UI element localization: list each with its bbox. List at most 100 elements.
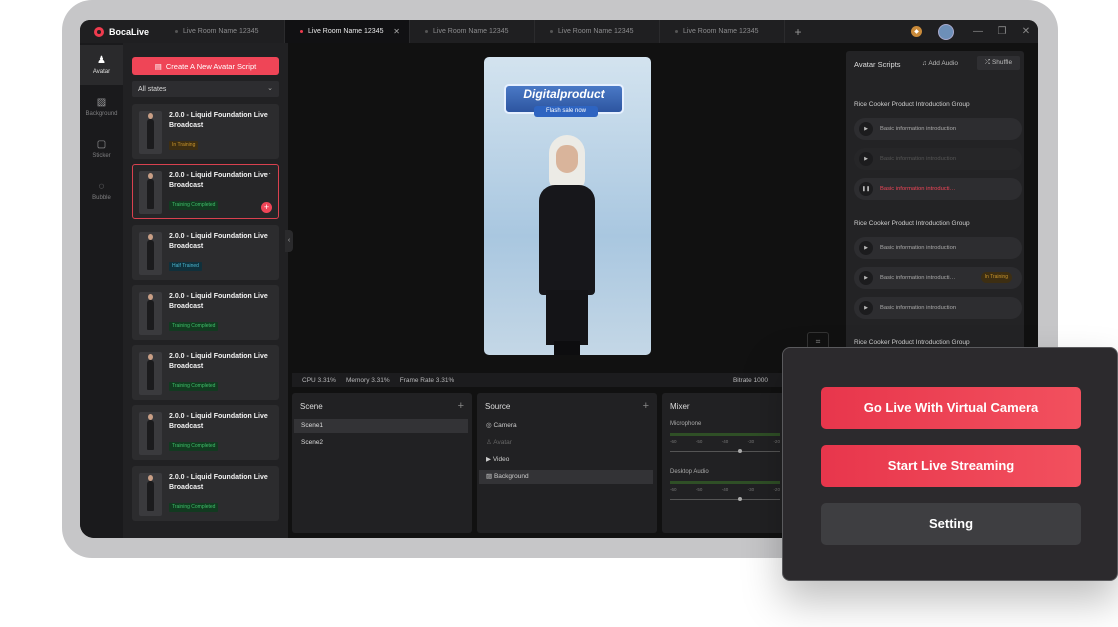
create-button-label: Create A New Avatar Script — [165, 61, 257, 71]
go-live-virtual-camera-button[interactable]: Go Live With Virtual Camera — [821, 387, 1081, 429]
add-to-live-icon[interactable]: + — [261, 202, 272, 214]
avatar-figure — [147, 233, 154, 270]
avatar-script-card[interactable]: 2.0.0 - Liquid Foundation Live Broadcast… — [132, 465, 279, 521]
add-audio-label: Add Audio — [928, 60, 958, 67]
source-avatar[interactable]: ♙ Avatar — [479, 436, 653, 450]
nav-sticker[interactable]: ▢ Sticker — [80, 129, 123, 169]
play-icon[interactable]: ▶ — [859, 122, 873, 136]
script-group-title: Rice Cooker Product Introduction Group — [854, 220, 970, 227]
play-icon[interactable]: ▶ — [859, 271, 873, 285]
scene-item[interactable]: Scene1 — [294, 419, 468, 433]
preview-subtitle: Flash sale now — [534, 106, 598, 117]
script-clip-item[interactable]: ▶ Basic information introduction — [854, 297, 1022, 319]
tab-live-room-3[interactable]: Live Room Name 12345 — [410, 20, 535, 43]
avatar-script-card[interactable]: 2.0.0 - Liquid Foundation Live Broadcast… — [132, 284, 279, 340]
source-label: Video — [492, 456, 510, 463]
slider-knob[interactable] — [738, 497, 742, 501]
create-avatar-script-button[interactable]: ▤ Create A New Avatar Script — [132, 57, 279, 75]
slider-knob[interactable] — [738, 449, 742, 453]
tab-dot-icon — [425, 30, 428, 33]
mixer-title: Mixer — [670, 402, 690, 411]
scene-title: Scene — [300, 402, 323, 411]
memory-stat: Memory 3.31% — [345, 376, 390, 384]
presenter-suit — [539, 185, 595, 295]
microphone-label: Microphone — [670, 421, 702, 427]
add-audio-button[interactable]: ♫ Add Audio — [922, 60, 958, 67]
new-tab-button[interactable]: + — [785, 25, 811, 39]
vip-gem-icon[interactable]: ◆ — [911, 26, 922, 37]
nav-label: Background — [85, 111, 118, 117]
desktop-audio-slider[interactable] — [670, 497, 780, 501]
scene-panel: Scene + Scene1 Scene2 — [292, 393, 472, 533]
avatar-script-card[interactable]: 2.0.0 - Liquid Foundation Live Broadcast… — [132, 104, 279, 159]
tab-label: Live Room Name 12345 — [558, 28, 634, 35]
add-source-button[interactable]: + — [643, 400, 649, 412]
presenter-face — [556, 145, 578, 173]
script-clip-item[interactable]: ▶ Basic information introduction — [854, 237, 1022, 259]
scene-item[interactable]: Scene2 — [294, 436, 468, 450]
state-filter-select[interactable]: All states ⌄ — [132, 81, 279, 97]
nav-background[interactable]: ▨ Background — [80, 87, 123, 127]
avatar-thumbnail — [139, 231, 162, 275]
scale-tick: -40 — [721, 439, 729, 444]
shuffle-button[interactable]: ⤮ Shuffle — [977, 56, 1020, 70]
source-background[interactable]: ▨ Background — [479, 470, 653, 484]
nav-label: Sticker — [92, 153, 111, 159]
left-nav: ♟ Avatar ▨ Background ▢ Sticker ◌ Bubble — [80, 43, 123, 538]
user-avatar[interactable] — [938, 23, 954, 40]
preview-title: Digitalproduct — [523, 87, 605, 101]
collapse-panel-button[interactable]: ‹ — [285, 230, 293, 252]
minimize-button[interactable]: — — [966, 26, 990, 37]
stats-bar: CPU 3.31% Memory 3.31% Frame Rate 3.31% … — [292, 373, 782, 387]
avatar-thumbnail — [139, 412, 162, 456]
scale-tick: -30 — [747, 439, 755, 444]
close-button[interactable]: ✕ — [1014, 26, 1038, 37]
script-clip-item[interactable]: ▶ Basic information introduction — [854, 148, 1022, 170]
pause-icon[interactable]: ❚❚ — [859, 182, 873, 196]
play-icon[interactable]: ▶ — [859, 241, 873, 255]
source-camera[interactable]: ◎ Camera — [479, 419, 653, 433]
clip-label: Basic information introduction — [880, 305, 957, 311]
avatar-script-card[interactable]: 2.0.0 - Liquid Foundation Live Broadcast… — [132, 224, 279, 280]
clip-label: Basic information introducti… — [880, 186, 956, 192]
avatar-script-card[interactable]: 2.0.0 - Liquid Foundation Live Broadcast… — [132, 164, 279, 220]
scale-tick: -60 — [670, 487, 677, 492]
avatar-figure — [147, 173, 154, 210]
source-video[interactable]: ▶ Video — [479, 453, 653, 467]
tab-close-icon[interactable]: ✕ — [393, 27, 400, 36]
play-icon[interactable]: ▶ — [859, 301, 873, 315]
tab-live-room-5[interactable]: Live Room Name 12345 — [660, 20, 785, 43]
hatch-icon: ▨ — [486, 473, 494, 480]
tab-live-room-4[interactable]: Live Room Name 12345 — [535, 20, 660, 43]
avatar-figure — [147, 474, 154, 511]
avatar-scripts-panel: Avatar Scripts ♫ Add Audio ⤮ Shuffle Ric… — [846, 51, 1024, 381]
source-panel: Source + ◎ Camera ♙ Avatar ▶ Video ▨ Bac… — [477, 393, 657, 533]
logo-icon — [94, 26, 104, 37]
script-list: 2.0.0 - Liquid Foundation Live Broadcast… — [132, 104, 279, 526]
nav-bubble[interactable]: ◌ Bubble — [80, 171, 123, 211]
start-live-streaming-button[interactable]: Start Live Streaming — [821, 445, 1081, 487]
avatar-thumbnail — [139, 171, 162, 215]
source-label: Avatar — [493, 439, 512, 446]
avatar-script-card[interactable]: 2.0.0 - Liquid Foundation Live Broadcast… — [132, 345, 279, 401]
add-scene-button[interactable]: + — [458, 400, 464, 412]
tab-live-room-1[interactable]: Live Room Name 12345 — [160, 20, 285, 43]
script-clip-item[interactable]: ▶ Basic information introduction — [854, 118, 1022, 140]
clip-label: Basic information introduction — [880, 245, 957, 251]
status-badge: Training Completed — [169, 321, 219, 331]
script-clip-item[interactable]: ❚❚ Basic information introducti… — [854, 178, 1022, 200]
more-icon[interactable]: ··· — [263, 169, 271, 178]
tab-live-room-2[interactable]: Live Room Name 12345 ✕ — [285, 20, 410, 43]
filter-value: All states — [138, 85, 167, 93]
scale-tick: -60 — [670, 439, 677, 444]
nav-label: Avatar — [92, 69, 111, 75]
play-icon[interactable]: ▶ — [859, 152, 873, 166]
restore-button[interactable]: ❐ — [990, 26, 1014, 37]
microphone-slider[interactable] — [670, 449, 780, 453]
avatar-script-card[interactable]: 2.0.0 - Liquid Foundation Live Broadcast… — [132, 405, 279, 461]
script-clip-item[interactable]: ▶ Basic information introducti… In Trainin… — [854, 267, 1022, 289]
scale-tick: -40 — [721, 487, 729, 492]
nav-avatar[interactable]: ♟ Avatar — [80, 45, 123, 85]
setting-button[interactable]: Setting — [821, 503, 1081, 545]
live-preview: Digitalproduct Flash sale now — [484, 57, 651, 355]
